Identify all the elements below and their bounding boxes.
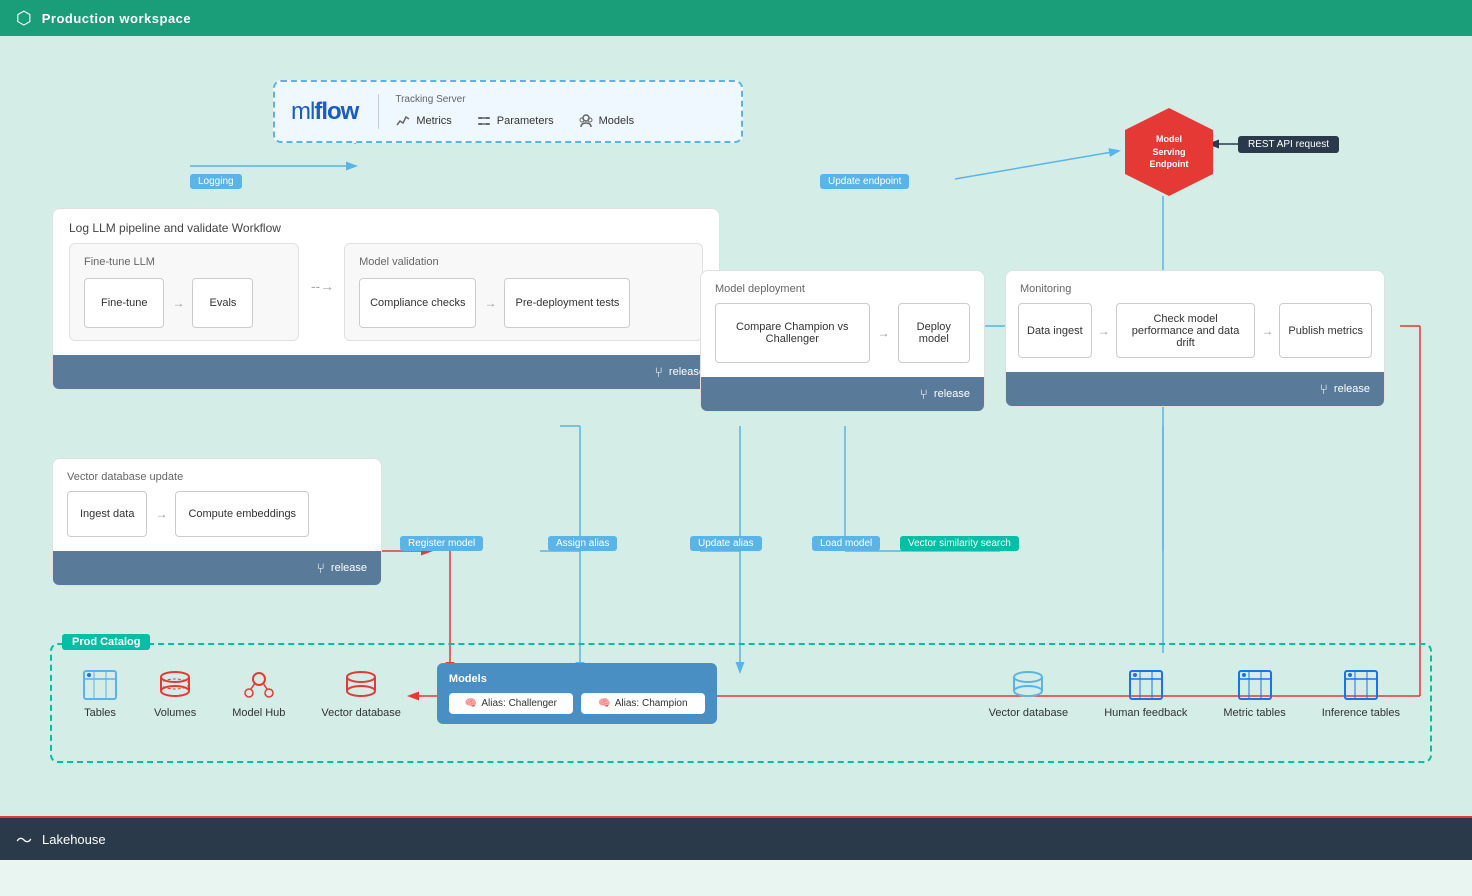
models-title: Models <box>449 673 705 685</box>
monitoring-container: Monitoring Data ingest → Check model per… <box>1005 270 1385 407</box>
assign-alias-badge: Assign alias <box>548 536 617 551</box>
ingest-step: Ingest data <box>67 491 147 537</box>
workflow-release-bar: ⑂ release <box>53 355 719 389</box>
deployment-release-bar: ⑂ release <box>701 377 984 411</box>
alias-challenger: 🧠 Alias: Challenger <box>449 693 573 714</box>
metric-tables-label: Metric tables <box>1223 707 1285 719</box>
dashed-connector: - - → <box>311 278 332 294</box>
serving-endpoint: Model Serving Endpoint <box>1125 108 1213 196</box>
mlflow-box: mlflow Tracking Server Metrics Parameter… <box>273 80 743 143</box>
validation-section: Model validation Compliance checks → Pre… <box>344 243 703 341</box>
logging-badge: Logging <box>190 174 242 189</box>
mlflow-metrics: Metrics <box>395 113 451 129</box>
predeployment-step: Pre-deployment tests <box>504 278 630 328</box>
catalog-vectordb-blue: Vector database <box>989 669 1069 719</box>
tracking-server-label: Tracking Server <box>395 94 725 105</box>
lakehouse-bar: 〜 Lakehouse <box>0 818 1472 860</box>
vectordb-blue-label: Vector database <box>989 707 1069 719</box>
top-bar-icon: ⬡ <box>16 8 32 29</box>
vectordb-release-bar: ⑂ release <box>53 551 381 585</box>
finetune-title: Fine-tune LLM <box>84 256 284 268</box>
update-endpoint-badge: Update endpoint <box>820 174 909 189</box>
finetune-step: Fine-tune <box>84 278 164 328</box>
deployment-release-label: release <box>934 388 970 400</box>
vectordb-release-label: release <box>331 562 367 574</box>
mlflow-models: Models <box>578 113 634 129</box>
mlflow-logo: mlflow <box>291 98 358 126</box>
validation-title: Model validation <box>359 256 688 268</box>
catalog-inference-tables: Inference tables <box>1322 669 1400 719</box>
prod-catalog-title: Prod Catalog <box>62 634 150 650</box>
catalog-tables: Tables <box>82 669 118 719</box>
deployment-title: Model deployment <box>701 271 984 303</box>
update-alias-badge: Update alias <box>690 536 762 551</box>
compare-step: Compare Champion vs Challenger <box>715 303 870 363</box>
embeddings-step: Compute embeddings <box>175 491 309 537</box>
evals-step: Evals <box>192 278 253 328</box>
monitoring-release-label: release <box>1334 383 1370 395</box>
load-model-badge: Load model <box>812 536 880 551</box>
modelhub-label: Model Hub <box>232 707 285 719</box>
catalog-metric-tables: Metric tables <box>1223 669 1285 719</box>
main-content: mlflow Tracking Server Metrics Parameter… <box>0 36 1472 818</box>
models-box: Models 🧠 Alias: Challenger 🧠 Alias: Cham… <box>437 663 717 724</box>
check-model-step: Check model performance and data drift <box>1116 303 1256 358</box>
catalog-modelhub: Model Hub <box>232 669 285 719</box>
vectordb-container: Vector database update Ingest data → Com… <box>52 458 382 586</box>
deployment-container: Model deployment Compare Champion vs Cha… <box>700 270 985 412</box>
vectordb-red-label: Vector database <box>321 707 401 719</box>
catalog-human-feedback: Human feedback <box>1104 669 1187 719</box>
lakehouse-icon: 〜 <box>16 827 32 851</box>
prod-catalog-area: Prod Catalog Tables <box>50 643 1432 763</box>
top-bar-title: Production workspace <box>42 11 191 26</box>
register-model-badge: Register model <box>400 536 483 551</box>
top-bar-fixed: ⬡ Production workspace <box>0 0 1472 36</box>
vector-search-badge: Vector similarity search <box>900 536 1019 551</box>
rest-api-badge: REST API request <box>1238 136 1339 153</box>
lakehouse-title: Lakehouse <box>42 832 106 847</box>
tables-label: Tables <box>84 707 116 719</box>
data-ingest-step: Data ingest <box>1018 303 1092 358</box>
volumes-label: Volumes <box>154 707 196 719</box>
deploy-step: Deploy model <box>898 303 970 363</box>
finetune-section: Fine-tune LLM Fine-tune → Evals <box>69 243 299 341</box>
publish-metrics-step: Publish metrics <box>1279 303 1372 358</box>
inference-tables-label: Inference tables <box>1322 707 1400 719</box>
monitoring-release-bar: ⑂ release <box>1006 372 1384 406</box>
human-feedback-label: Human feedback <box>1104 707 1187 719</box>
vectordb-title: Vector database update <box>53 459 381 491</box>
alias-champion: 🧠 Alias: Champion <box>581 693 705 714</box>
compliance-step: Compliance checks <box>359 278 476 328</box>
mlflow-parameters: Parameters <box>476 113 554 129</box>
monitoring-title: Monitoring <box>1006 271 1384 303</box>
catalog-volumes: Volumes <box>154 669 196 719</box>
catalog-vectordb-red: Vector database <box>321 669 401 719</box>
workflow-title: Log LLM pipeline and validate Workflow <box>53 209 719 243</box>
workflow-container: Log LLM pipeline and validate Workflow F… <box>52 208 720 390</box>
